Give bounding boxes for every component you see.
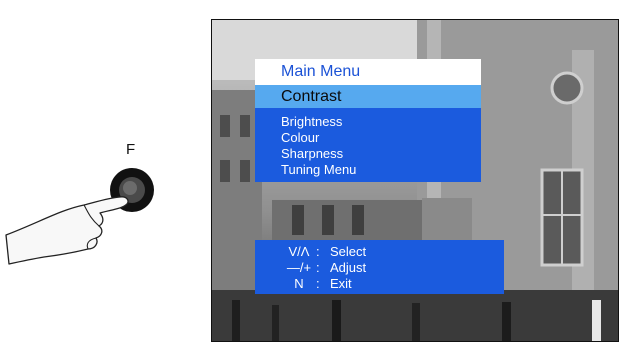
help-row-select: V/Λ : Select: [255, 244, 504, 260]
help-row-adjust: —/+ : Adjust: [255, 260, 504, 276]
help-separator: :: [316, 276, 320, 291]
help-action: Select: [330, 244, 367, 259]
help-action: Exit: [330, 276, 352, 291]
help-legend: V/Λ : Select —/+ : Adjust N : Exit: [255, 240, 504, 294]
menu-item-sharpness[interactable]: Sharpness: [281, 146, 481, 162]
help-action: Adjust: [330, 260, 367, 275]
help-separator: :: [316, 244, 320, 259]
menu-item-brightness[interactable]: Brightness: [281, 114, 481, 130]
help-row-exit: N : Exit: [255, 276, 504, 292]
menu-item-tuning-menu[interactable]: Tuning Menu: [281, 162, 481, 178]
menu-list: Brightness Colour Sharpness Tuning Menu: [255, 108, 481, 182]
hand-pointer-icon: [5, 168, 154, 265]
main-menu: Main Menu Contrast Brightness Colour Sha…: [255, 59, 481, 182]
help-key: —/+: [286, 260, 312, 275]
help-key: V/Λ: [288, 244, 310, 259]
help-key: N: [294, 276, 304, 291]
hand-illustration: F: [0, 0, 210, 342]
menu-item-contrast[interactable]: Contrast: [255, 85, 481, 108]
f-button-label: F: [126, 141, 136, 158]
help-separator: :: [316, 260, 320, 275]
menu-item-colour[interactable]: Colour: [281, 130, 481, 146]
menu-title: Main Menu: [255, 59, 481, 85]
